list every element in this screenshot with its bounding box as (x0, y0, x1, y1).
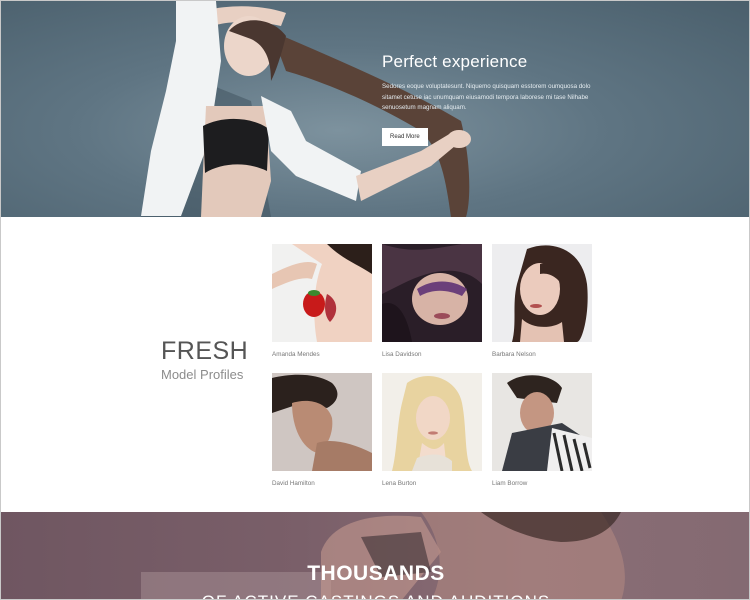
model-photo[interactable] (382, 244, 482, 342)
banner-title: THOUSANDS (307, 562, 445, 585)
model-card: Barbara Nelson (492, 244, 592, 358)
heading-model-profiles: Model Profiles (161, 367, 244, 382)
model-name[interactable]: David Hamilton (272, 480, 372, 487)
read-more-button[interactable]: Read More (382, 127, 428, 146)
model-card: Amanda Mendes (272, 244, 372, 358)
model-photo[interactable] (492, 373, 592, 471)
castings-banner: THOUSANDS OF ACTIVE CASTINGS AND AUDITIO… (1, 512, 749, 599)
hero-banner: Perfect experience Sedores eoque volupta… (1, 1, 749, 217)
page-frame: Perfect experience Sedores eoque volupta… (0, 0, 750, 600)
model-name[interactable]: Lena Burton (382, 480, 482, 487)
model-card: David Hamilton (272, 373, 372, 487)
model-name[interactable]: Barbara Nelson (492, 351, 592, 358)
model-name[interactable]: Amanda Mendes (272, 351, 372, 358)
model-photo[interactable] (492, 244, 592, 342)
hero-description: Sedores eoque voluptatesunt. Niquemo qui… (382, 83, 591, 111)
section-heading: FRESH Model Profiles (161, 337, 261, 383)
banner-photo (141, 512, 625, 599)
model-photo[interactable] (382, 373, 482, 471)
model-photo[interactable] (272, 373, 372, 471)
heading-fresh: FRESH (161, 337, 249, 365)
banner-subtitle: OF ACTIVE CASTINGS AND AUDITIONS (1, 592, 749, 599)
model-card: Lisa Davidson (382, 244, 482, 358)
model-name[interactable]: Lisa Davidson (382, 351, 482, 358)
model-card: Lena Burton (382, 373, 482, 487)
model-profiles-section: FRESH Model Profiles Amanda Mendes Lisa … (1, 217, 749, 512)
hero-copy: Perfect experience Sedores eoque volupta… (382, 51, 602, 146)
model-photo[interactable] (272, 244, 372, 342)
hero-title: Perfect experience (382, 52, 528, 71)
model-card: Liam Borrow (492, 373, 592, 487)
model-name[interactable]: Liam Borrow (492, 480, 592, 487)
